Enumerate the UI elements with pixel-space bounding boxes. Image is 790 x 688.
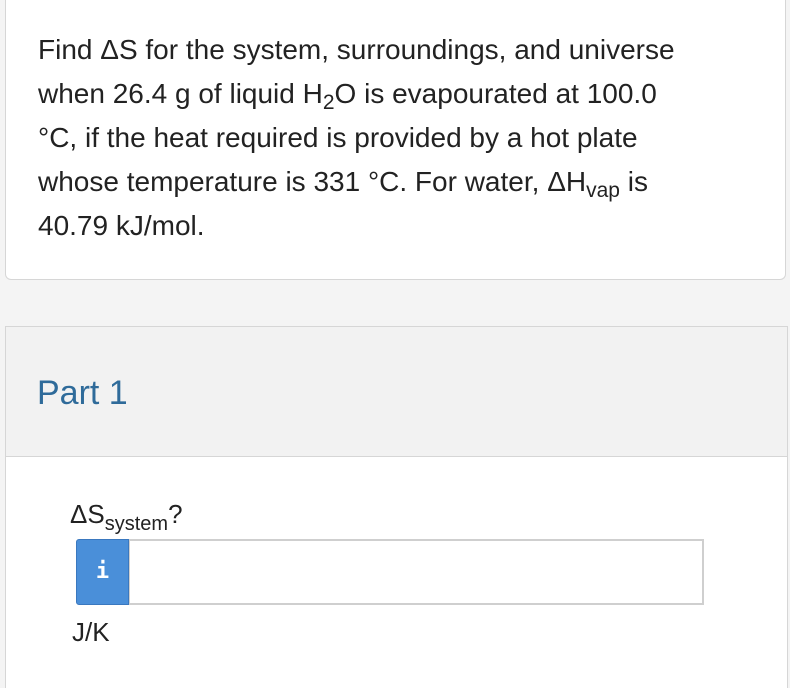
question-text: Find ΔS for the system, surroundings, an… xyxy=(38,28,758,248)
info-button[interactable]: i xyxy=(76,539,129,605)
question-line-3: °C, if the heat required is provided by … xyxy=(38,122,638,153)
question-line-5: 40.79 kJ/mol. xyxy=(38,210,205,241)
part-title: Part 1 xyxy=(37,374,128,412)
answer-prompt: ΔSsystem? xyxy=(70,497,183,534)
question-line-4-subscript: vap xyxy=(586,179,620,202)
question-line-2-prefix: when 26.4 g of liquid H xyxy=(38,78,323,109)
answer-row: i xyxy=(76,539,704,605)
prompt-subscript: system xyxy=(104,513,169,535)
answer-input[interactable] xyxy=(129,539,704,605)
question-card: Find ΔS for the system, surroundings, an… xyxy=(5,0,786,280)
question-line-2-subscript: 2 xyxy=(322,91,335,114)
question-line-1: Find ΔS for the system, surroundings, an… xyxy=(38,34,675,65)
units-label: J/K xyxy=(72,617,110,647)
page: Find ΔS for the system, surroundings, an… xyxy=(0,0,790,688)
question-line-2-suffix: O is evapourated at 100.0 xyxy=(334,78,657,109)
question-line-4-suffix: is xyxy=(619,166,648,197)
info-icon: i xyxy=(95,559,110,584)
part-header: Part 1 xyxy=(6,327,787,457)
prompt-symbol: ΔS xyxy=(70,499,105,529)
question-line-4-prefix: whose temperature is 331 °C. For water, … xyxy=(38,166,587,197)
prompt-suffix: ? xyxy=(168,499,183,529)
part-card: Part 1 ΔSsystem? i J/K xyxy=(5,326,788,688)
